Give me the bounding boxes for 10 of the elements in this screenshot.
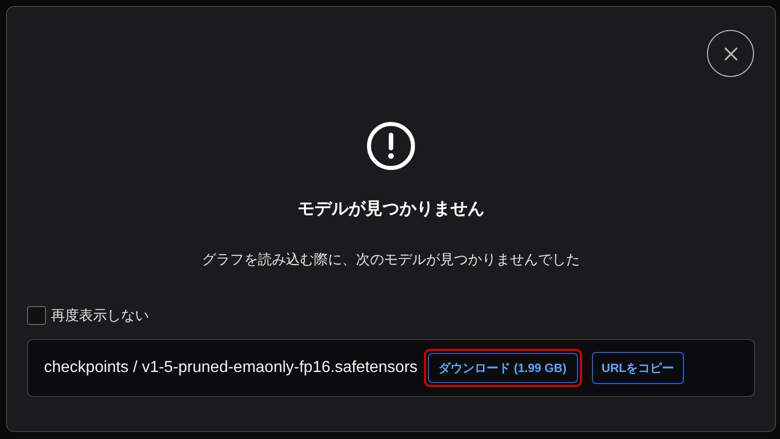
dialog-title: モデルが見つかりません bbox=[298, 198, 484, 220]
copy-url-button[interactable]: URLをコピー bbox=[592, 352, 684, 384]
checkbox[interactable] bbox=[27, 306, 46, 324]
close-icon bbox=[722, 46, 738, 62]
close-button[interactable] bbox=[707, 30, 754, 77]
download-button[interactable]: ダウンロード (1.99 GB) bbox=[428, 352, 578, 382]
dialog-message: グラフを読み込む際に、次のモデルが見つかりませんでした bbox=[202, 250, 580, 268]
model-path: checkpoints / v1-5-pruned-emaonly-fp16.safetensors bbox=[44, 358, 418, 378]
checkbox-label: 再度表示しない bbox=[51, 306, 149, 324]
alert-icon bbox=[365, 120, 417, 172]
